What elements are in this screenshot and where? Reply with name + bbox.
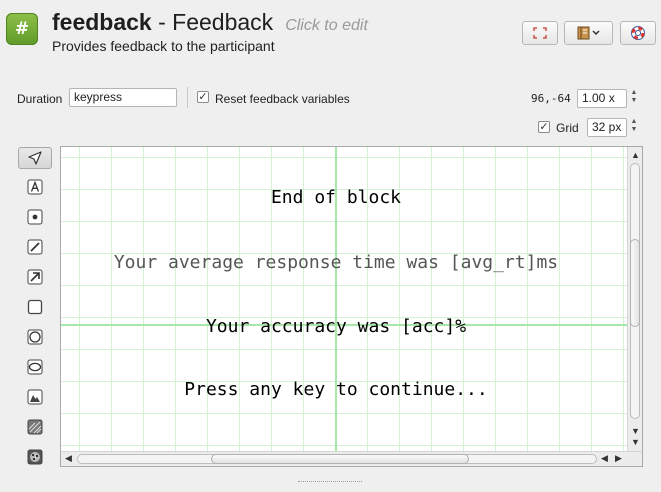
item-description[interactable]: Provides feedback to the participant	[52, 38, 275, 54]
scroll-up-icon[interactable]: ▲	[631, 151, 640, 160]
grid-down-icon[interactable]: ▼	[629, 126, 639, 134]
circle-icon	[27, 329, 43, 345]
canvas-text-accuracy[interactable]: Your accuracy was [acc]%	[61, 316, 611, 337]
edit-hint: Click to edit	[285, 17, 368, 34]
scroll-down-icon[interactable]: ▼	[631, 438, 640, 447]
check-icon: ✓	[198, 91, 208, 103]
text-tool[interactable]	[18, 176, 52, 198]
noise-icon	[27, 449, 43, 465]
line-icon	[27, 239, 43, 255]
canvas-text-continue[interactable]: Press any key to continue...	[61, 379, 611, 400]
grid-label: Grid	[556, 121, 579, 135]
zoom-spin-arrows[interactable]: ▲ ▼	[629, 89, 639, 107]
help-button[interactable]	[620, 21, 656, 45]
canvas-text-end-of-block[interactable]: End of block	[61, 187, 611, 208]
duration-label: Duration	[17, 92, 63, 106]
zoom-spinbox[interactable]: 1.00 x	[577, 89, 627, 108]
gabor-icon	[27, 419, 43, 435]
horizontal-scrollbar[interactable]: ◀ ◀ ▶	[61, 451, 642, 466]
reset-variables-checkbox[interactable]: ✓	[197, 91, 209, 103]
arrow-tool[interactable]	[18, 266, 52, 288]
fixdot-icon	[27, 209, 43, 225]
rectangle-icon	[27, 299, 43, 315]
arrow-icon	[27, 269, 43, 285]
grid-up-icon[interactable]: ▲	[629, 118, 639, 126]
notebook-icon	[577, 26, 600, 40]
grid-checkbox[interactable]: ✓	[538, 121, 550, 133]
rect-tool[interactable]	[18, 296, 52, 318]
image-tool[interactable]	[18, 386, 52, 408]
gabor-tool[interactable]	[18, 416, 52, 438]
vertical-scrollbar[interactable]: ▲ ▼ ▼	[627, 147, 642, 451]
scroll-left-icon[interactable]: ◀	[65, 454, 72, 463]
duration-field[interactable]: keypress	[69, 88, 177, 107]
arrow-pointer-icon	[28, 151, 42, 165]
vertical-scroll-thumb[interactable]	[630, 239, 640, 327]
grid-spin-arrows[interactable]: ▲ ▼	[629, 118, 639, 136]
maximize-button[interactable]	[522, 21, 558, 45]
select-tool[interactable]	[18, 147, 52, 169]
toolbar-divider	[187, 87, 188, 108]
noise-tool[interactable]	[18, 446, 52, 468]
scroll-left-icon[interactable]: ◀	[601, 454, 608, 463]
reset-variables-label: Reset feedback variables	[215, 92, 350, 106]
resize-grip[interactable]	[298, 481, 362, 484]
app-icon: #	[6, 13, 38, 45]
fixdot-tool[interactable]	[18, 206, 52, 228]
title-separator: -	[151, 9, 173, 35]
scroll-right-icon[interactable]: ▶	[615, 454, 622, 463]
maximize-icon	[533, 27, 547, 39]
sketchpad-canvas[interactable]: End of block Your average response time …	[60, 146, 643, 467]
cursor-coordinates: 96,-64	[531, 92, 571, 105]
hash-icon: #	[14, 19, 30, 39]
circle-tool[interactable]	[18, 326, 52, 348]
grid-size-spinbox[interactable]: 32 px	[587, 118, 627, 137]
text-icon	[27, 179, 43, 195]
line-tool[interactable]	[18, 236, 52, 258]
canvas-text-response-time[interactable]: Your average response time was [avg_rt]m…	[61, 252, 611, 273]
item-name: feedback	[52, 9, 152, 35]
ellipse-tool[interactable]	[18, 356, 52, 378]
horizontal-scroll-thumb[interactable]	[211, 454, 469, 464]
view-menu-button[interactable]	[564, 21, 613, 45]
check-icon: ✓	[539, 121, 549, 133]
image-icon	[27, 389, 43, 405]
ellipse-icon	[27, 359, 43, 375]
zoom-up-icon[interactable]: ▲	[629, 89, 639, 97]
item-title[interactable]: feedback - Feedback Click to edit	[52, 9, 368, 36]
lifebuoy-icon	[631, 26, 645, 40]
scroll-down-icon[interactable]: ▼	[631, 427, 640, 436]
item-type: Feedback	[172, 9, 274, 35]
zoom-down-icon[interactable]: ▼	[629, 97, 639, 105]
